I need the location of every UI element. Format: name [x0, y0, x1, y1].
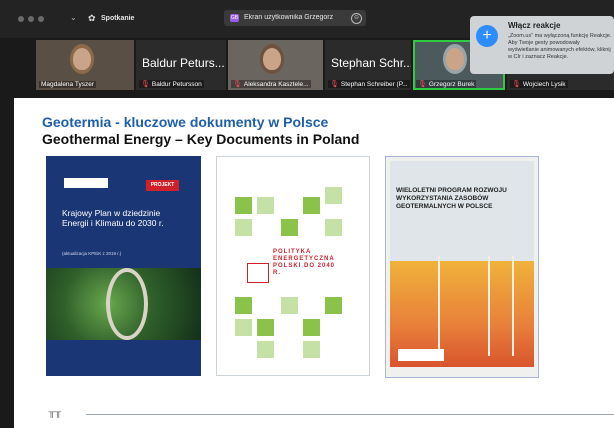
shared-slide: Geotermia - kluczowe dokumenty w Polsce …	[14, 98, 614, 428]
document-title: WIELOLETNI PROGRAM ROZWOJU WYKORZYSTANIA…	[396, 187, 507, 210]
participant-name: Magdalena Tyszer	[39, 81, 96, 88]
document-cover-pep2040: POLITYKA ENERGETYCZNA POLSKI DO 2040 R.	[216, 156, 370, 376]
road-curve-image	[106, 268, 148, 340]
document-title: POLITYKA ENERGETYCZNA POLSKI DO 2040 R.	[273, 249, 336, 276]
chevron-down-icon[interactable]: ⌄	[70, 13, 77, 22]
minimize-window-button[interactable]	[28, 16, 34, 22]
geothermal-well-pipe	[488, 256, 490, 356]
ministry-logo	[64, 178, 108, 188]
energy-icon-tile	[235, 197, 252, 214]
document-cover-geothermal-program: WIELOLETNI PROGRAM ROZWOJU WYKORZYSTANIA…	[385, 156, 539, 378]
mic-muted-icon: 🎙	[512, 81, 521, 88]
participant-name: 🎙 Stephan Schreiber (P...	[328, 80, 410, 88]
zoom-app-icon: ✿	[88, 13, 96, 23]
document-subtitle: (aktualizacja KPEiK z 2019 r.)	[62, 251, 122, 256]
notification-title: Włącz reakcje	[508, 21, 561, 30]
footer-logo-icon: 𝍯𝍯	[48, 410, 62, 420]
mic-muted-icon: 🎙	[418, 81, 427, 88]
screen-share-pill[interactable]: GB Ekran użytkownika Grzegorz ⊖	[224, 10, 366, 26]
maximize-window-button[interactable]	[38, 16, 44, 22]
participant-display-name: Baldur Peturs...	[142, 56, 225, 70]
screen-share-label: Ekran użytkownika Grzegorz	[244, 14, 334, 21]
participant-name: 🎙 Grzegorz Burek	[416, 80, 477, 88]
geothermal-well-pipe	[438, 256, 440, 356]
participant-tile[interactable]: 🎙 Aleksandra Kasztele...	[228, 40, 323, 90]
mic-muted-icon: 🎙	[141, 81, 150, 88]
sharer-avatar-badge: GB	[230, 14, 239, 22]
participant-name: 🎙 Baldur Petursson	[139, 80, 204, 88]
geothermal-well-pipe	[512, 256, 514, 356]
sky-background	[390, 161, 534, 261]
project-badge: PROJEKT	[146, 180, 179, 191]
participant-tile[interactable]: Stephan Schr... 🎙 Stephan Schreiber (P...	[325, 40, 411, 90]
participant-display-name: Stephan Schr...	[331, 56, 411, 70]
participant-tile[interactable]: Baldur Peturs... 🎙 Baldur Petursson	[136, 40, 226, 90]
document-title: Krajowy Plan w dziedzinie Energii i Klim…	[62, 208, 164, 228]
poland-map-icon	[247, 263, 269, 283]
add-reaction-icon: +	[476, 25, 498, 47]
participant-tile[interactable]: Magdalena Tyszer	[36, 40, 134, 90]
share-options-icon[interactable]: ⊖	[351, 13, 362, 24]
slide-title-english: Geothermal Energy – Key Documents in Pol…	[42, 131, 360, 147]
mic-muted-icon: 🎙	[233, 81, 242, 88]
footer-divider	[86, 414, 614, 415]
participant-name: 🎙 Aleksandra Kasztele...	[231, 80, 311, 88]
slide-title-polish: Geotermia - kluczowe dokumenty w Polsce	[42, 114, 329, 130]
mic-muted-icon: 🎙	[330, 81, 339, 88]
close-window-button[interactable]	[18, 16, 24, 22]
reactions-notification[interactable]: + Włącz reakcje „Zoom.us” ma wyłączoną f…	[470, 16, 614, 74]
window-controls	[18, 16, 44, 22]
ministry-logo	[398, 349, 444, 361]
app-title: Spotkanie	[101, 15, 135, 22]
document-cover-kpeik: PROJEKT Krajowy Plan w dziedzinie Energi…	[46, 156, 201, 376]
participant-name: 🎙 Wojciech Lysik	[510, 80, 568, 88]
notification-body: „Zoom.us” ma wyłączoną funkcję Reakcje. …	[508, 33, 612, 60]
